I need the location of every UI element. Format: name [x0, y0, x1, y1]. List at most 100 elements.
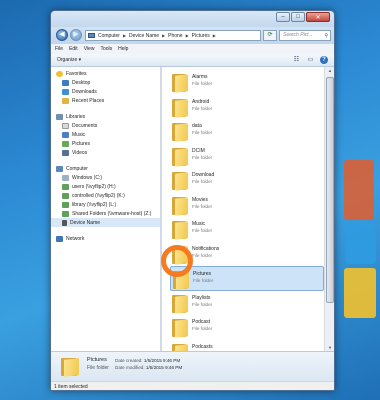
nav-item-downloads[interactable]: Downloads: [51, 87, 160, 96]
back-button[interactable]: ◀: [56, 29, 68, 41]
nav-libraries[interactable]: Libraries: [51, 112, 160, 121]
file-type: File folder: [193, 278, 214, 283]
pictures-icon: [62, 140, 69, 147]
scroll-up-icon[interactable]: ▲: [326, 68, 334, 73]
nav-item-pictures[interactable]: Pictures: [51, 139, 160, 148]
file-type: File folder: [192, 203, 213, 209]
videos-icon: [62, 149, 69, 156]
folder-icon: [61, 356, 79, 377]
downloads-icon: [62, 88, 69, 95]
file-type: File folder: [192, 154, 213, 160]
details-date-created: Date created: 1/5/2015 9:46 PM: [115, 358, 181, 363]
search-input[interactable]: Search Pict... ⚲: [279, 30, 331, 41]
menu-view[interactable]: View: [84, 46, 95, 52]
nav-item-windows-c[interactable]: Windows (C:): [51, 173, 160, 182]
breadcrumb-pictures[interactable]: Pictures: [192, 33, 210, 39]
list-item[interactable]: Alarms File folder: [170, 70, 324, 95]
folder-icon: [172, 195, 188, 216]
file-name: Podcast: [192, 319, 211, 325]
folder-icon: [172, 146, 188, 167]
file-list: Alarms File folder Android File folder data F…: [162, 67, 324, 351]
change-view-icon[interactable]: ☷: [292, 56, 301, 64]
documents-icon: [62, 122, 69, 129]
file-type: File folder: [192, 81, 213, 86]
folder-icon: [172, 293, 188, 314]
list-item[interactable]: Movies File folder: [170, 193, 324, 218]
nav-network[interactable]: Network: [51, 234, 160, 243]
libraries-icon: [56, 113, 63, 120]
menu-tools[interactable]: Tools: [100, 46, 112, 52]
maximize-button[interactable]: □: [291, 12, 305, 22]
list-item[interactable]: Pictures File folder: [170, 266, 324, 291]
list-item[interactable]: Download File folder: [170, 168, 324, 193]
forward-button[interactable]: ▶: [70, 29, 82, 41]
menu-file[interactable]: File: [55, 46, 63, 52]
scrollbar-thumb[interactable]: [326, 77, 334, 303]
help-icon[interactable]: ?: [320, 56, 328, 64]
folder-icon: [172, 342, 188, 351]
computer-icon: [56, 165, 63, 172]
star-icon: [56, 70, 63, 77]
organize-button[interactable]: Organize ▾: [57, 57, 81, 63]
status-bar: 1 item selected: [51, 381, 334, 390]
vertical-scrollbar[interactable]: ▲ ▼: [324, 67, 334, 351]
folder-icon: [172, 170, 188, 191]
music-icon: [62, 131, 69, 138]
desktop-icon: [62, 79, 69, 86]
breadcrumb-computer[interactable]: Computer: [98, 33, 120, 39]
explorer-window: – □ ✕ ◀ ▶ Computer ▶ Device Name ▶ Phone ▶ …: [50, 10, 335, 391]
nav-item-device-name[interactable]: Device Name: [51, 218, 160, 227]
breadcrumb-device[interactable]: Device Name: [129, 33, 159, 39]
file-type: File folder: [192, 179, 213, 184]
command-bar: Organize ▾ ☷ ▭ ?: [51, 54, 334, 67]
nav-item-desktop[interactable]: Desktop: [51, 78, 160, 87]
scroll-down-icon[interactable]: ▼: [326, 345, 334, 350]
menu-edit[interactable]: Edit: [69, 46, 78, 52]
network-drive-icon: [62, 210, 69, 217]
nav-item-shared-folders-z[interactable]: Shared Folders (\\vmware-host) (Z:): [51, 209, 160, 218]
title-bar: – □ ✕: [51, 11, 334, 27]
navigation-bar: ◀ ▶ Computer ▶ Device Name ▶ Phone ▶ Pictur…: [51, 27, 334, 44]
file-name: Pictures: [193, 271, 212, 277]
list-item[interactable]: data File folder: [170, 119, 324, 144]
list-item[interactable]: Podcast File folder: [170, 315, 324, 340]
nav-item-library-l[interactable]: library (\\vyflip2) (L:): [51, 200, 160, 209]
network-drive-icon: [62, 201, 69, 208]
list-item[interactable]: Playlists File folder: [170, 291, 324, 316]
preview-pane-icon[interactable]: ▭: [306, 56, 315, 64]
nav-computer[interactable]: Computer: [51, 164, 160, 173]
file-name: DCIM: [192, 147, 205, 154]
menu-help[interactable]: Help: [118, 46, 128, 52]
list-item[interactable]: Music File folder: [170, 217, 324, 242]
file-name: Android: [192, 98, 210, 105]
drive-icon: [62, 174, 69, 181]
nav-item-videos[interactable]: Videos: [51, 148, 160, 157]
address-bar[interactable]: Computer ▶ Device Name ▶ Phone ▶ Pictures ▶: [85, 30, 261, 41]
nav-item-recent-places[interactable]: Recent Places: [51, 96, 160, 105]
list-item[interactable]: Notifications File folder: [170, 242, 324, 267]
recent-places-icon: [62, 97, 69, 104]
network-drive-icon: [62, 192, 69, 199]
file-type: File folder: [192, 105, 213, 111]
nav-favorites[interactable]: Favorites: [51, 69, 160, 78]
nav-item-documents[interactable]: Documents: [51, 121, 160, 130]
close-button[interactable]: ✕: [306, 12, 330, 22]
file-name: data: [192, 123, 202, 129]
minimize-button[interactable]: –: [276, 12, 290, 22]
list-item[interactable]: DCIM File folder: [170, 144, 324, 169]
nav-item-users-h[interactable]: users (\\vyflip2) (H:): [51, 182, 160, 191]
nav-item-controlled-k[interactable]: controlled (\\vyflip2) (K:): [51, 191, 160, 200]
list-item[interactable]: Android File folder: [170, 95, 324, 120]
file-type: File folder: [192, 130, 213, 135]
folder-icon: [172, 317, 188, 338]
list-item[interactable]: PodcastsFile folder: [170, 340, 324, 351]
file-name: Notifications: [192, 245, 220, 252]
details-pane: Pictures File folder Date created: 1/5/2…: [51, 351, 334, 381]
breadcrumb-phone[interactable]: Phone: [168, 33, 182, 39]
folder-icon: [173, 269, 189, 290]
refresh-button[interactable]: ⟳: [263, 30, 277, 41]
search-icon: ⚲: [324, 33, 328, 39]
file-name: Alarms: [192, 74, 208, 80]
nav-item-music[interactable]: Music: [51, 130, 160, 139]
phone-icon: [62, 219, 67, 226]
